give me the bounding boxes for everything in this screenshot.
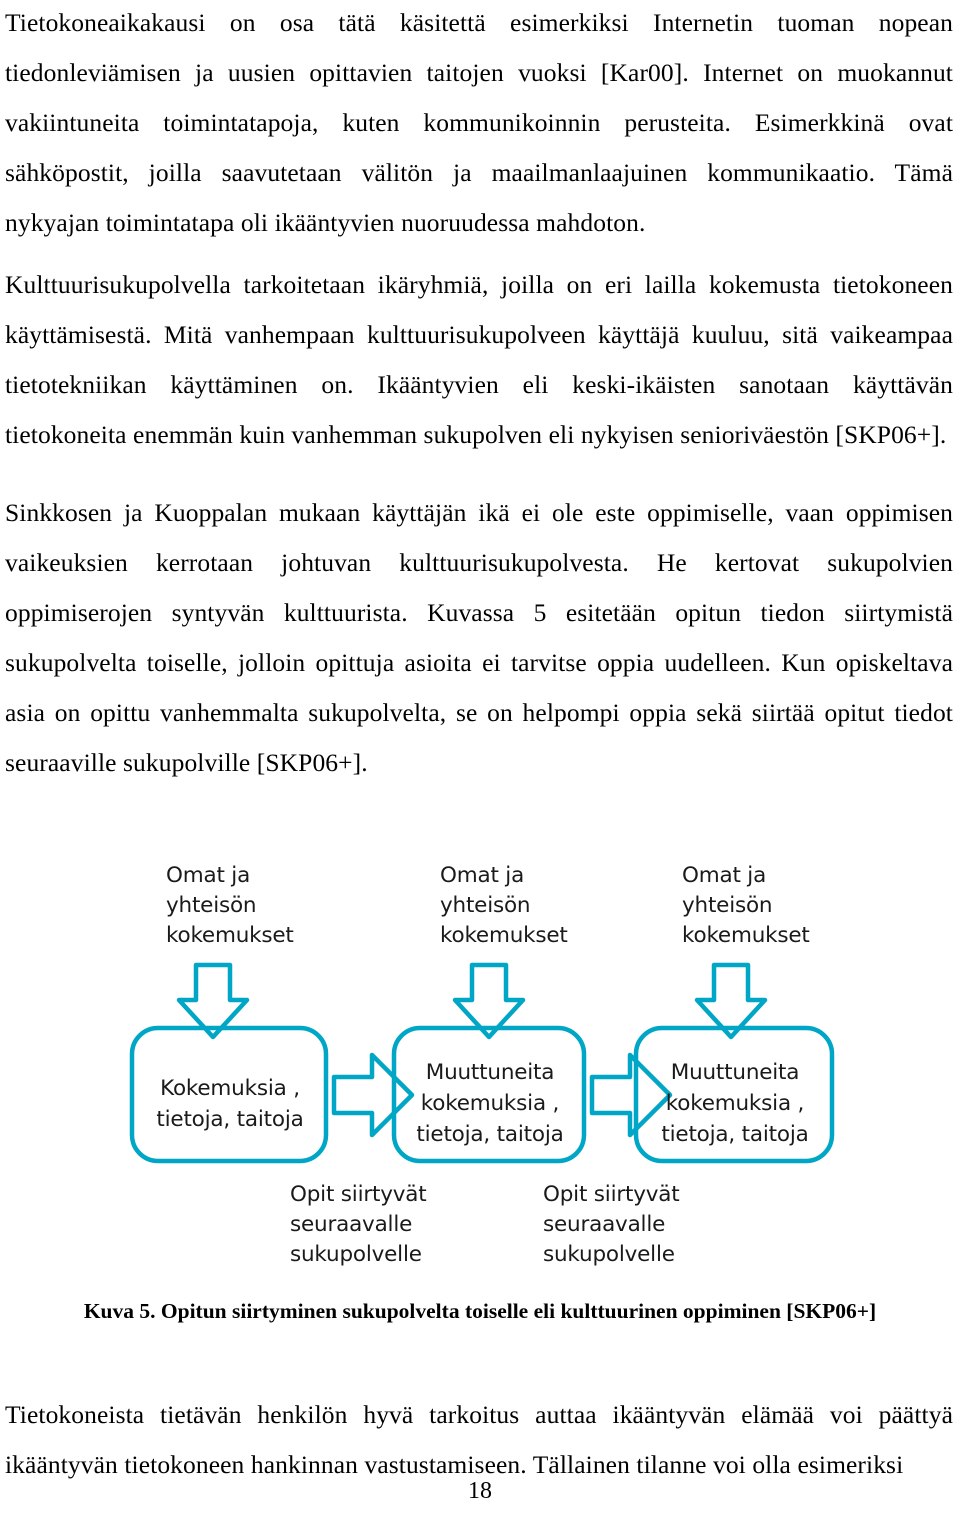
figure-column-header-3: Omat ja yhteisön kokemukset xyxy=(682,863,810,948)
figure-column-header-1: Omat ja yhteisön kokemukset xyxy=(166,863,294,948)
figure-caption: Kuva 5. Opitun siirtyminen sukupolvelta … xyxy=(83,1299,877,1323)
stage-box-label-2: Muuttuneita kokemuksia , tietoja, taitoj… xyxy=(416,1060,564,1147)
figure-5: Omat ja yhteisön kokemukset Omat ja yhte… xyxy=(0,845,960,1290)
transfer-label-2: Opit siirtyvät seuraavalle sukupolvelle xyxy=(543,1182,680,1267)
figure-column-header-2: Omat ja yhteisön kokemukset xyxy=(440,863,568,948)
paragraph-4: Tietokoneista tietävän henkilön hyvä tar… xyxy=(5,1400,953,1479)
document-page: Tietokoneaikakausi on osa tätä käsitettä… xyxy=(0,0,960,1521)
paragraph-1: Tietokoneaikakausi on osa tätä käsitettä… xyxy=(5,8,953,237)
paragraph-2: Kulttuurisukupolvella tarkoitetaan ikäry… xyxy=(5,270,953,449)
page-number: 18 xyxy=(468,1478,492,1504)
transfer-label-1: Opit siirtyvät seuraavalle sukupolvelle xyxy=(290,1182,427,1267)
stage-box-label-3: Muuttuneita kokemuksia , tietoja, taitoj… xyxy=(661,1060,809,1147)
paragraph-3: Sinkkosen ja Kuoppalan mukaan käyttäjän … xyxy=(5,498,953,777)
stage-box-label-1: Kokemuksia , tietoja, taitoja xyxy=(156,1076,304,1132)
